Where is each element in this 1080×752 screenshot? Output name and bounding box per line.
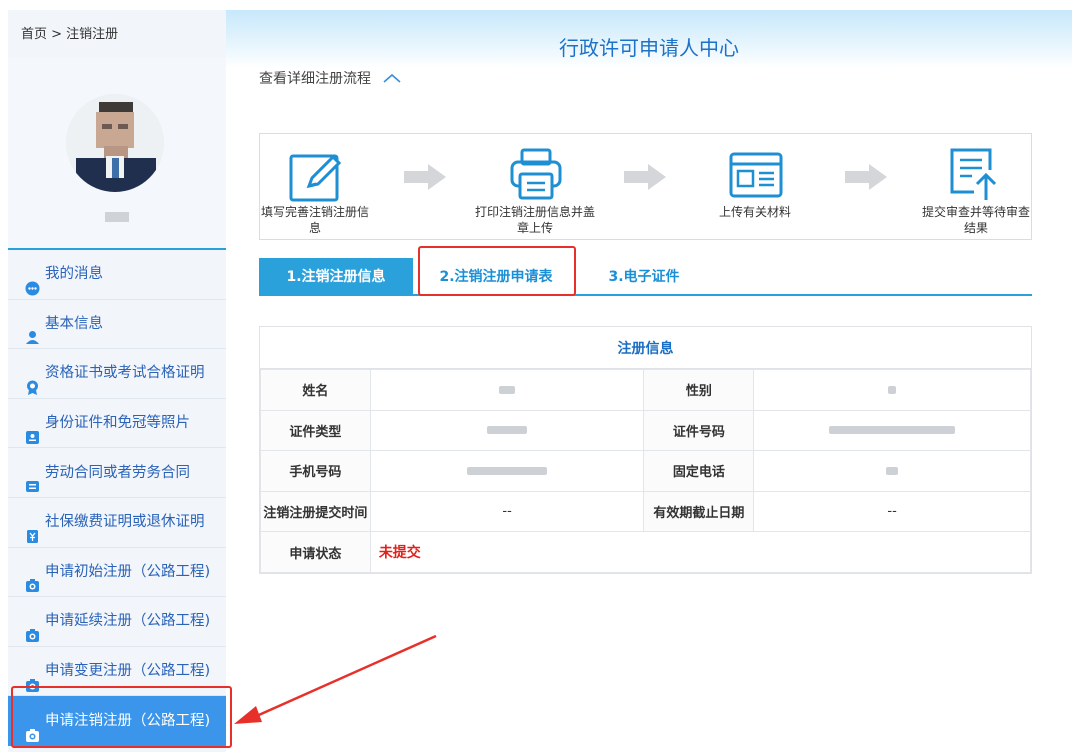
sidebar-item[interactable]: 身份证件和免冠等照片 bbox=[8, 399, 226, 449]
registration-info-table: 姓名 性别 证件类型 证件号码 手机号码 固定电话 注销注册提交时间 -- 有效 bbox=[260, 369, 1032, 573]
annotation-highlight-box bbox=[11, 686, 232, 748]
field-label: 性别 bbox=[643, 369, 755, 411]
table-row: 手机号码 固定电话 bbox=[260, 450, 1031, 492]
sidebar-item-label: 社保缴费证明或退休证明 bbox=[45, 514, 205, 531]
step-1-label: 填写完善注销注册信息 bbox=[260, 205, 369, 235]
sidebar-item-label: 申请初始注册（公路工程) bbox=[45, 563, 211, 580]
table-row: 姓名 性别 bbox=[260, 369, 1031, 411]
field-label: 证件类型 bbox=[260, 409, 371, 452]
sidebar-item[interactable]: 申请初始注册（公路工程) bbox=[8, 548, 226, 598]
field-value bbox=[753, 409, 1031, 452]
divider bbox=[8, 248, 226, 250]
page-title: 行政许可申请人中心 bbox=[559, 36, 739, 60]
field-label: 证件号码 bbox=[643, 409, 755, 452]
document-card-icon bbox=[729, 152, 783, 198]
tab-electronic-certificate[interactable]: 3.电子证件 bbox=[569, 258, 719, 294]
tab-registration-info[interactable]: 1.注销注册信息 bbox=[259, 258, 413, 294]
camera-icon bbox=[25, 614, 40, 642]
status-value: 未提交 bbox=[369, 531, 1032, 573]
sidebar-item-label: 身份证件和免冠等照片 bbox=[45, 415, 190, 432]
avatar[interactable] bbox=[66, 94, 164, 192]
field-value bbox=[369, 369, 645, 411]
header: 行政许可申请人中心 bbox=[226, 10, 1072, 68]
sidebar-item[interactable]: 劳动合同或者劳务合同 bbox=[8, 448, 226, 498]
tab-bar: 1.注销注册信息 2.注销注册申请表 3.电子证件 bbox=[259, 258, 1032, 296]
page: 首页 > 注销注册 我的消息基本信息资格证书或考试合格证明 身份证件和免冠等照片劳… bbox=[0, 0, 1080, 752]
chevron-up-icon bbox=[383, 73, 401, 83]
field-value bbox=[369, 450, 645, 492]
edit-icon bbox=[289, 154, 342, 202]
status-label: 申请状态 bbox=[260, 531, 371, 573]
sidebar-item[interactable]: 基本信息 bbox=[8, 300, 226, 350]
field-value bbox=[753, 369, 1031, 411]
field-value bbox=[369, 409, 645, 452]
arrow-right-icon bbox=[845, 164, 887, 190]
contract-icon bbox=[25, 465, 40, 493]
table-row: 证件类型 证件号码 bbox=[260, 409, 1031, 452]
table-row: 注销注册提交时间 -- 有效期截止日期 -- bbox=[260, 490, 1031, 533]
field-value: -- bbox=[753, 490, 1031, 533]
username bbox=[105, 212, 129, 222]
flow-toggle-label: 查看详细注册流程 bbox=[259, 71, 371, 87]
sidebar-item[interactable]: 资格证书或考试合格证明 bbox=[8, 349, 226, 399]
step-2-label: 打印注销注册信息并盖章上传 bbox=[474, 205, 595, 235]
camera-icon bbox=[25, 664, 40, 692]
field-label: 固定电话 bbox=[643, 450, 755, 492]
process-steps: 填写完善注销注册信息 打印注销注册信息并盖章上传 上传有关材料 提交审查并等待审… bbox=[259, 133, 1032, 240]
submit-upload-icon bbox=[950, 148, 997, 200]
annotation-arrow-icon bbox=[234, 634, 437, 724]
sidebar-item[interactable]: 我的消息 bbox=[8, 250, 226, 300]
field-label: 手机号码 bbox=[260, 450, 371, 492]
field-label: 注销注册提交时间 bbox=[260, 490, 371, 533]
arrow-right-icon bbox=[624, 164, 666, 190]
step-4-label: 提交审查并等待审查结果 bbox=[921, 205, 1030, 235]
camera-icon bbox=[25, 564, 40, 593]
message-icon bbox=[25, 267, 40, 296]
sidebar-item-label: 资格证书或考试合格证明 bbox=[45, 365, 205, 382]
annotation-highlight-box bbox=[418, 246, 576, 296]
sidebar-item[interactable]: 申请延续注册（公路工程) bbox=[8, 597, 226, 647]
certificate-icon bbox=[25, 366, 40, 395]
sidebar-menu: 我的消息基本信息资格证书或考试合格证明 身份证件和免冠等照片 劳动合同或者劳务合同社… bbox=[8, 250, 226, 746]
sidebar-item-label: 基本信息 bbox=[45, 315, 103, 332]
table-row: 申请状态 未提交 bbox=[260, 531, 1032, 573]
sidebar-item-label: 我的消息 bbox=[45, 266, 103, 283]
field-label: 姓名 bbox=[260, 369, 371, 411]
sidebar-item[interactable]: 社保缴费证明或退休证明 bbox=[8, 498, 226, 548]
registration-info-panel: 注册信息 姓名 性别 证件类型 证件号码 手机号码 固定电话 注销注册提交时间 … bbox=[259, 326, 1032, 574]
step-3-label: 上传有关材料 bbox=[718, 205, 791, 219]
panel-title: 注册信息 bbox=[260, 327, 1031, 369]
breadcrumb: 首页 > 注销注册 bbox=[21, 27, 119, 42]
sidebar-item-label: 劳动合同或者劳务合同 bbox=[45, 464, 190, 481]
field-value bbox=[753, 450, 1031, 492]
field-label: 有效期截止日期 bbox=[643, 490, 755, 533]
flow-toggle[interactable]: 查看详细注册流程 bbox=[259, 68, 401, 88]
social-security-icon bbox=[25, 515, 40, 543]
user-photo-icon bbox=[66, 94, 164, 192]
sidebar-item-label: 申请延续注册（公路工程) bbox=[45, 613, 211, 630]
sidebar: 首页 > 注销注册 我的消息基本信息资格证书或考试合格证明 身份证件和免冠等照片劳… bbox=[8, 10, 226, 752]
user-icon bbox=[25, 316, 40, 345]
printer-icon bbox=[510, 148, 562, 200]
profile-panel bbox=[8, 58, 226, 250]
arrow-right-icon bbox=[404, 164, 446, 190]
id-card-icon bbox=[25, 416, 40, 444]
field-value: -- bbox=[369, 490, 645, 533]
